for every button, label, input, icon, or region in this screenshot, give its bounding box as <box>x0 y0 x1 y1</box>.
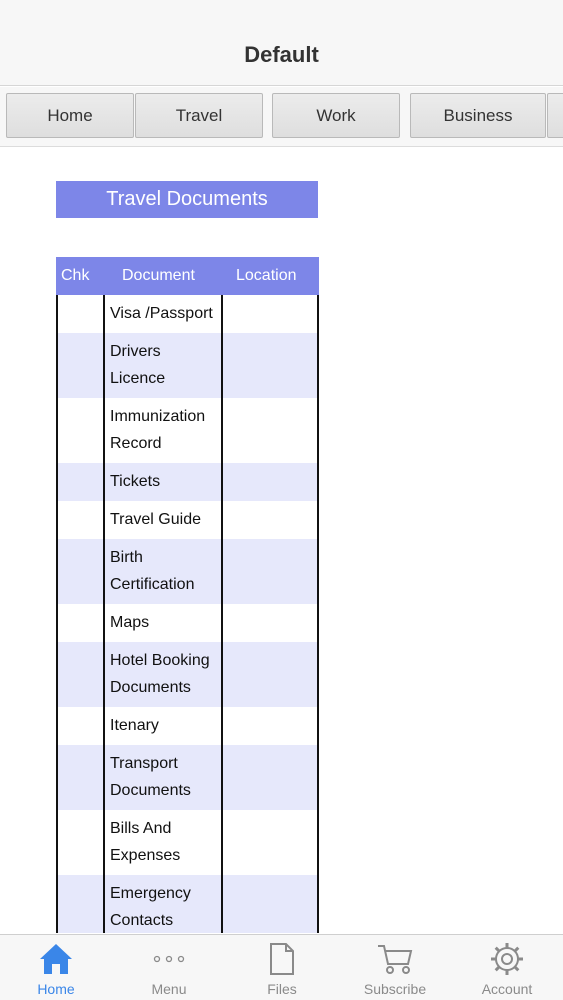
table-row[interactable]: Travel Guide <box>56 501 319 539</box>
row-document: Birth Certification <box>110 549 195 593</box>
header-document: Document <box>122 267 195 284</box>
tab-business[interactable]: Business <box>410 93 546 138</box>
documents-table: Chk Document Location Visa /Passport Dri… <box>56 257 319 933</box>
page-title: Default <box>244 42 319 67</box>
row-document: Hotel Booking Documents <box>110 652 210 696</box>
row-document: Tickets <box>110 473 161 490</box>
tab-work[interactable]: Work <box>272 93 400 138</box>
table-row[interactable]: Maps <box>56 604 319 642</box>
nav-home-label: Home <box>37 981 75 997</box>
file-icon <box>226 941 338 977</box>
row-document: Transport Documents <box>110 755 191 799</box>
column-divider <box>317 295 319 933</box>
home-icon <box>0 941 112 977</box>
gear-icon <box>451 941 563 977</box>
column-divider <box>221 295 223 933</box>
row-document: Bills And Expenses <box>110 820 181 864</box>
category-tabs: Home Travel Work Business <box>0 87 563 147</box>
table-row[interactable]: Drivers Licence <box>56 333 319 398</box>
more-icon <box>113 941 225 977</box>
table-row[interactable]: Itenary <box>56 707 319 745</box>
table-row[interactable]: Bills And Expenses <box>56 810 319 875</box>
header-location: Location <box>236 267 297 284</box>
cart-icon <box>339 941 451 977</box>
table-row[interactable]: Immunization Record <box>56 398 319 463</box>
table-row[interactable]: Hotel Booking Documents <box>56 642 319 707</box>
row-document: Travel Guide <box>110 511 201 528</box>
nav-menu[interactable]: Menu <box>113 935 225 1000</box>
table-row[interactable]: Emergency Contacts <box>56 875 319 933</box>
nav-menu-label: Menu <box>151 981 187 997</box>
column-divider <box>56 295 58 933</box>
tab-overflow[interactable] <box>547 93 563 138</box>
section-title: Travel Documents <box>56 181 318 218</box>
bottom-tab-bar: Home Menu Files Subscribe Account <box>0 934 563 1000</box>
row-document: Drivers Licence <box>110 343 166 387</box>
tab-travel[interactable]: Travel <box>135 93 263 138</box>
row-document: Maps <box>110 614 150 631</box>
nav-home[interactable]: Home <box>0 935 112 1000</box>
nav-subscribe[interactable]: Subscribe <box>339 935 451 1000</box>
table-row[interactable]: Transport Documents <box>56 745 319 810</box>
table-row[interactable]: Birth Certification <box>56 539 319 604</box>
row-document: Emergency Contacts <box>110 885 191 929</box>
title-bar: Default <box>0 0 563 86</box>
nav-subscribe-label: Subscribe <box>363 981 427 997</box>
row-document: Visa /Passport <box>110 305 213 322</box>
nav-account-label: Account <box>481 981 533 997</box>
row-document: Itenary <box>110 717 159 734</box>
header-chk: Chk <box>61 267 90 284</box>
table-row[interactable]: Visa /Passport <box>56 295 319 333</box>
nav-files[interactable]: Files <box>226 935 338 1000</box>
row-document: Immunization Record <box>110 408 206 452</box>
tab-home[interactable]: Home <box>6 93 134 138</box>
nav-account[interactable]: Account <box>451 935 563 1000</box>
table-row[interactable]: Tickets <box>56 463 319 501</box>
column-divider <box>103 295 105 933</box>
table-header: Chk Document Location <box>56 257 319 295</box>
nav-files-label: Files <box>267 981 297 997</box>
